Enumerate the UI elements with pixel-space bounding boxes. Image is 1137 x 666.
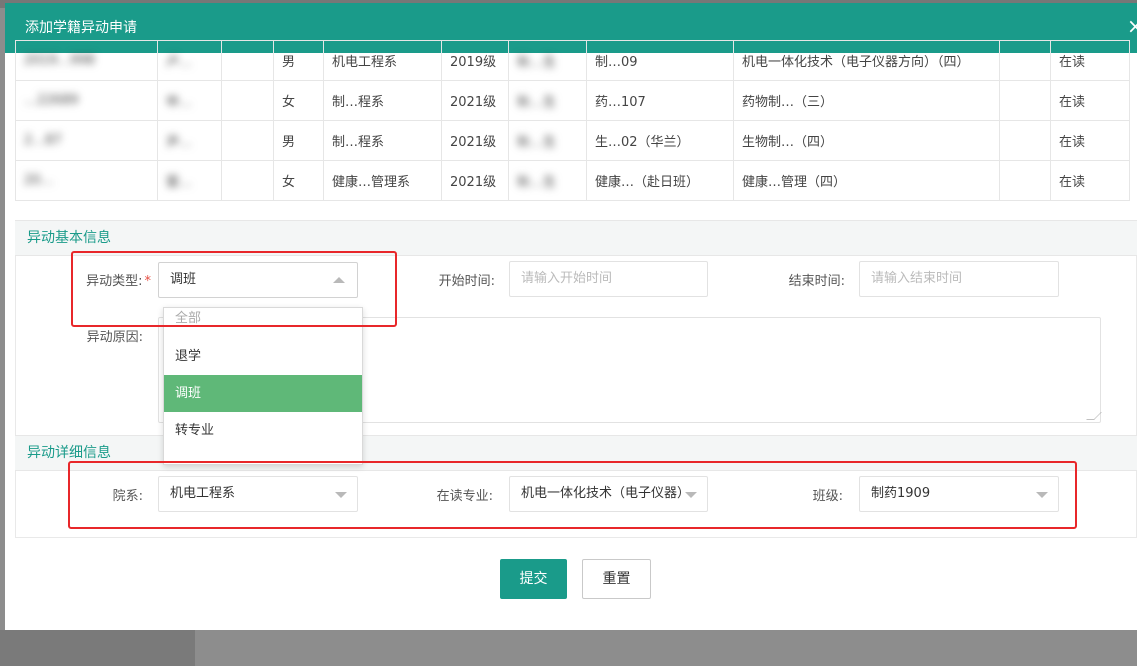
table-cell: 制…09 [586, 40, 734, 81]
table-cell: 男 [273, 120, 324, 161]
table-cell: 机电一体化技术（电子仪器方向）（四） [733, 40, 1000, 81]
table-row: 2019…998 卢… 男机电工程系 2019级 秋…生 制…09 机电一体化技术（电子仪器… [15, 40, 1130, 81]
table-cell [999, 40, 1051, 81]
start-time-label: 开始时间: [438, 274, 495, 289]
table-cell [221, 120, 274, 161]
table-cell: 制…程系 [323, 120, 442, 161]
end-time-label: 结束时间: [788, 274, 845, 289]
table-cell: 生物制…（四） [733, 120, 1000, 161]
table-cell: 秋…生 [508, 40, 587, 81]
change-type-dropdown: 全部 退学 调班 转专业 [163, 307, 363, 465]
table-cell: 制…程系 [323, 80, 442, 121]
chevron-down-icon [335, 492, 347, 498]
department-value: 机电工程系 [170, 486, 236, 501]
table-row: 2…87 尹… 男制…程系 2021级 秋…生 生…02（华兰） 生物制…（四） 在读 [15, 120, 1130, 161]
table-cell: 女 [273, 160, 324, 201]
current-major-value: 机电一体化技术（电子仪器） [521, 486, 691, 501]
table-cell: 机电工程系 [323, 40, 442, 81]
table-cell: 秋…生 [508, 80, 587, 121]
dialog-body: 2019…998 卢… 男机电工程系 2019级 秋…生 制…09 机电一体化技术（电子仪器… [15, 40, 1137, 630]
table-cell: 2021级 [441, 160, 509, 201]
basic-info-title: 异动基本信息 [27, 230, 111, 246]
table-cell [221, 80, 274, 121]
class-select[interactable]: 制药1909 [859, 476, 1059, 512]
class-label: 班级: [812, 489, 843, 504]
change-type-value: 调班 [170, 272, 197, 287]
table-cell: 健康…管理系 [323, 160, 442, 201]
table-row: …22689 申… 女制…程系 2021级 秋…生 药…107 药物制…（三） 在读 [15, 80, 1130, 121]
dialog-title: 添加学籍异动申请 [25, 20, 137, 36]
table-cell: 2019…998 [15, 40, 158, 81]
table-cell [221, 160, 274, 201]
table-cell: 在读 [1050, 80, 1130, 121]
table-cell: 申… [157, 80, 222, 121]
basic-info-section-header: 异动基本信息 [15, 220, 1137, 256]
table-cell: 在读 [1050, 120, 1130, 161]
change-type-label: 异动类型: * [86, 274, 152, 289]
table-cell: 卢… [157, 40, 222, 81]
department-label: 院系: [112, 489, 143, 504]
caret-up-icon [333, 277, 345, 283]
student-table-wrapper: 2019…998 卢… 男机电工程系 2019级 秋…生 制…09 机电一体化技术（电子仪器… [15, 40, 1130, 201]
chevron-down-icon [685, 492, 697, 498]
table-row: 20… 雷… 女健康…管理系 2021级 秋…生 健康…（赴日班） 健康…管理（四） 在读 [15, 160, 1130, 201]
current-major-label: 在读专业: [436, 489, 493, 504]
chevron-down-icon [1036, 492, 1048, 498]
table-cell: 健康…（赴日班） [586, 160, 734, 201]
dropdown-option-transfer-class[interactable]: 调班 [164, 375, 362, 412]
table-cell: 2…87 [15, 120, 158, 161]
reset-button[interactable]: 重置 [582, 559, 651, 599]
table-cell: 药物制…（三） [733, 80, 1000, 121]
table-cell: 尹… [157, 120, 222, 161]
change-reason-label: 异动原因: [86, 330, 143, 345]
submit-button[interactable]: 提交 [500, 559, 567, 599]
table-cell: 女 [273, 80, 324, 121]
add-status-change-dialog: 添加学籍异动申请 × 2019…998 卢… 男机电工程系 2019级 秋…生 制…09 机… [5, 3, 1137, 630]
student-table: 2019…998 卢… 男机电工程系 2019级 秋…生 制…09 机电一体化技术（电子仪器… [15, 40, 1130, 201]
table-cell [999, 80, 1051, 121]
table-cell: 健康…管理（四） [733, 160, 1000, 201]
resize-grip-icon[interactable] [1086, 412, 1102, 420]
detail-info-title: 异动详细信息 [27, 445, 111, 461]
table-cell: …22689 [15, 80, 158, 121]
table-cell [999, 120, 1051, 161]
dropdown-option-change-major[interactable]: 转专业 [164, 412, 362, 449]
table-cell: 生…02（华兰） [586, 120, 734, 161]
department-select[interactable]: 机电工程系 [158, 476, 358, 512]
table-cell [221, 40, 274, 81]
page-backdrop-footer [0, 630, 195, 666]
table-cell: 男 [273, 40, 324, 81]
table-cell: 在读 [1050, 40, 1130, 81]
dropdown-option-all[interactable]: 全部 [164, 308, 362, 338]
change-type-select[interactable]: 调班 [158, 262, 358, 298]
dropdown-option-withdraw[interactable]: 退学 [164, 338, 362, 375]
start-time-input[interactable]: 请输入开始时间 [509, 261, 708, 297]
table-cell: 2019级 [441, 40, 509, 81]
close-icon[interactable]: × [1127, 16, 1137, 37]
table-cell: 药…107 [586, 80, 734, 121]
table-cell: 雷… [157, 160, 222, 201]
current-major-select[interactable]: 机电一体化技术（电子仪器） [509, 476, 708, 512]
table-cell [999, 160, 1051, 201]
required-mark: * [144, 274, 152, 289]
table-cell: 20… [15, 160, 158, 201]
class-value: 制药1909 [871, 486, 931, 501]
table-cell: 2021级 [441, 120, 509, 161]
table-cell: 秋…生 [508, 160, 587, 201]
table-cell: 秋…生 [508, 120, 587, 161]
table-cell: 2021级 [441, 80, 509, 121]
table-cell: 在读 [1050, 160, 1130, 201]
end-time-input[interactable]: 请输入结束时间 [859, 261, 1059, 297]
